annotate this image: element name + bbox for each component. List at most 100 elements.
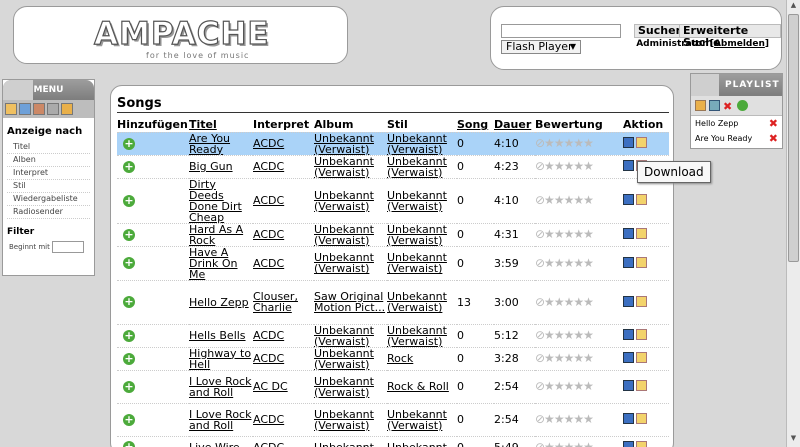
genre-link[interactable]: Unbekannt (Verwaist) <box>387 290 447 314</box>
table-row[interactable]: + I Love Rock and Roll AC DC Unbekannt (Ver… <box>117 369 669 403</box>
genre-link[interactable]: Unbekannt (Verwaist) <box>387 155 447 179</box>
genre-link[interactable]: Unbekannt (Verwaist) <box>387 189 447 213</box>
rating-stars[interactable]: ⊘★★★★★ <box>535 222 623 246</box>
genre-link[interactable]: Unbekannt (Verwaist) <box>387 223 447 247</box>
artist-link[interactable]: ACDC <box>253 441 284 447</box>
add-song-icon[interactable]: + <box>123 160 135 173</box>
song-title-link[interactable]: Live Wire <box>189 441 240 447</box>
artist-link[interactable]: ACDC <box>253 194 284 207</box>
album-link[interactable]: Saw Original Motion Pict... <box>314 290 385 314</box>
add-playlist-icon[interactable] <box>709 100 720 111</box>
edit-icon[interactable] <box>636 194 647 205</box>
download-icon[interactable] <box>623 137 634 148</box>
album-link[interactable]: Unbekannt (Verwaist) <box>314 132 374 156</box>
add-song-icon[interactable]: + <box>123 194 135 207</box>
edit-icon[interactable] <box>636 329 647 340</box>
artist-link[interactable]: ACDC <box>253 160 284 173</box>
table-row[interactable]: + Have A Drink On Me ACDC Unbekannt (Verwai… <box>117 245 669 281</box>
column-header[interactable]: Dauer <box>494 118 535 132</box>
artist-link[interactable]: ACDC <box>253 413 284 426</box>
album-link[interactable]: Unbekannt (Verwaist) <box>314 189 374 213</box>
menu-tab[interactable] <box>3 80 33 100</box>
genre-link[interactable]: Unbekannt (Verwaist) <box>387 132 447 156</box>
genre-link[interactable]: Rock & Roll <box>387 380 449 393</box>
clear-playlist-icon[interactable]: ✖ <box>723 100 734 113</box>
download-icon[interactable] <box>623 160 634 171</box>
rating-stars[interactable]: ⊘★★★★★ <box>535 435 623 447</box>
genre-link[interactable]: Unbekannt (Verwaist) <box>387 324 447 348</box>
table-row[interactable]: + Dirty Deeds Done Dirt Cheap ACDC Unbekann… <box>117 177 669 224</box>
sidebar-item-stil[interactable]: Stil <box>7 180 90 193</box>
artist-link[interactable]: ACDC <box>253 352 284 365</box>
scrollbar[interactable]: ▲ ▼ <box>786 0 800 447</box>
song-title-link[interactable]: Big Gun <box>189 160 233 173</box>
genre-link[interactable]: Unbekannt <box>387 441 447 447</box>
remove-icon[interactable]: ✖ <box>769 118 778 129</box>
add-song-icon[interactable]: + <box>123 228 135 241</box>
sidebar-item-alben[interactable]: Alben <box>7 154 90 167</box>
add-song-icon[interactable]: + <box>123 352 135 365</box>
edit-icon[interactable] <box>636 295 647 307</box>
scroll-down-icon[interactable]: ▼ <box>788 434 799 446</box>
album-link[interactable]: Unbekannt (Verwaist) <box>314 324 374 348</box>
artist-link[interactable]: AC DC <box>253 380 288 393</box>
song-title-link[interactable]: Have A Drink On Me <box>189 246 238 281</box>
song-title-link[interactable]: Hard As A Rock <box>189 223 243 247</box>
scroll-up-icon[interactable]: ▲ <box>788 1 799 13</box>
artist-link[interactable]: ACDC <box>253 329 284 342</box>
download-icon[interactable] <box>623 295 634 307</box>
artist-link[interactable]: ACDC <box>253 257 284 270</box>
playlist-tab[interactable] <box>691 74 719 96</box>
add-song-icon[interactable]: + <box>123 296 135 308</box>
rating-stars[interactable]: ⊘★★★★★ <box>535 323 623 347</box>
edit-icon[interactable] <box>636 413 647 424</box>
rating-stars[interactable]: ⊘★★★★★ <box>535 369 623 403</box>
download-icon[interactable] <box>623 352 634 363</box>
song-title-link[interactable]: Hells Bells <box>189 329 246 342</box>
sidebar-item-titel[interactable]: Titel <box>7 141 90 154</box>
album-link[interactable]: Unbekannt (Verwaist) <box>314 347 374 371</box>
song-title-link[interactable]: Highway to Hell <box>189 347 251 371</box>
edit-icon[interactable] <box>636 380 647 391</box>
edit-icon[interactable] <box>636 137 647 148</box>
rating-stars[interactable]: ⊘★★★★★ <box>535 279 623 324</box>
rating-stars[interactable]: ⊘★★★★★ <box>535 346 623 370</box>
add-song-icon[interactable]: + <box>123 329 135 342</box>
sidebar-item-wiedergabeliste[interactable]: Wiedergabeliste <box>7 193 90 206</box>
play-icon[interactable] <box>33 103 45 115</box>
search-input[interactable] <box>501 24 621 38</box>
song-title-link[interactable]: Dirty Deeds Done Dirt Cheap <box>189 178 242 224</box>
table-row[interactable]: + Hells Bells ACDC Unbekannt (Verwaist) Unbe… <box>117 323 669 348</box>
select-all-icon[interactable] <box>695 100 706 111</box>
column-header[interactable]: Titel <box>189 118 253 132</box>
add-song-icon[interactable]: + <box>123 380 135 393</box>
column-header-label[interactable]: Dauer <box>494 118 531 131</box>
download-icon[interactable] <box>623 256 634 268</box>
add-song-icon[interactable]: + <box>123 137 135 150</box>
rating-stars[interactable]: ⊘★★★★★ <box>535 177 623 223</box>
genre-link[interactable]: Unbekannt (Verwaist) <box>387 408 447 432</box>
rating-stars[interactable]: ⊘★★★★★ <box>535 402 623 436</box>
album-link[interactable]: Unbekannt (Verwaist) <box>314 408 374 432</box>
download-icon[interactable] <box>623 440 634 447</box>
table-row[interactable]: + I Love Rock and Roll ACDC Unbekannt (Verw… <box>117 402 669 436</box>
add-song-icon[interactable]: + <box>123 413 135 426</box>
song-title-link[interactable]: I Love Rock and Roll <box>189 408 251 432</box>
column-header[interactable]: Song <box>457 118 494 132</box>
edit-icon[interactable] <box>636 440 647 447</box>
artist-link[interactable]: ACDC <box>253 137 284 150</box>
admin-icon[interactable] <box>61 103 73 115</box>
sidebar-item-interpret[interactable]: Interpret <box>7 167 90 180</box>
column-header-label[interactable]: Song <box>457 118 488 131</box>
album-link[interactable]: Unbekannt (Verwaist) <box>314 375 374 399</box>
rating-stars[interactable]: ⊘★★★★★ <box>535 154 623 178</box>
starts-with-input[interactable] <box>51 241 84 253</box>
artist-link[interactable]: Clouser, Charlie <box>253 290 298 314</box>
song-title-link[interactable]: Hello Zepp <box>189 296 249 309</box>
browse-icon[interactable] <box>19 103 31 115</box>
add-song-icon[interactable]: + <box>123 257 135 269</box>
table-row[interactable]: + Highway to Hell ACDC Unbekannt (Verwaist)… <box>117 346 669 371</box>
preferences-icon[interactable] <box>47 103 59 115</box>
playlist-item[interactable]: Hello Zepp ✖ <box>691 116 782 131</box>
table-row[interactable]: + Hello Zepp Clouser, Charlie Saw Original … <box>117 279 669 324</box>
